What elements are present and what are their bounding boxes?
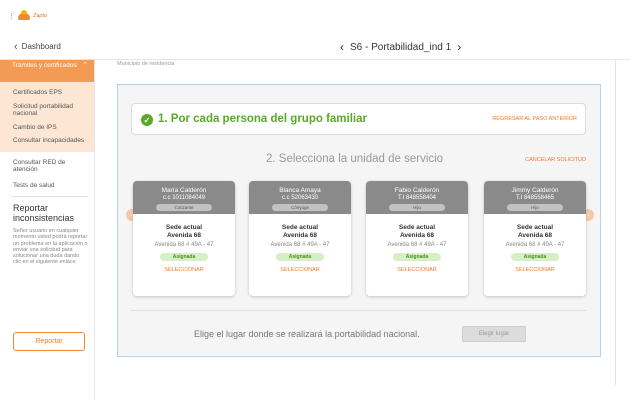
sidebar-divider (12, 196, 88, 197)
select-link[interactable]: SELECCIONAR (366, 267, 468, 273)
sidebar-item-tests-salud[interactable]: Tests de salud (0, 179, 94, 193)
member-card-header: Fabio Calderón T.I 848558404 Hijo (366, 181, 468, 214)
member-card-body: Sede actual Avenida 68 Avenida 68 # 49A … (133, 214, 235, 273)
portability-panel: ✓ 1. Por cada persona del grupo familiar… (117, 84, 601, 357)
residence-label: Municipio de residencia (117, 61, 175, 67)
previous-screen-chevron-icon[interactable]: ‹ (340, 40, 344, 54)
member-id: c.c 1011084049 (162, 195, 206, 201)
select-link[interactable]: SELECCIONAR (249, 267, 351, 273)
top-bar: ⋮ Zapto ‹ Dashboard ‹ S6 - Portabilidad_… (0, 0, 630, 60)
member-name: Fabio Calderón (394, 187, 440, 194)
sidebar-item-certificados-eps[interactable]: Certificados EPS (0, 86, 94, 100)
chevron-left-icon: ‹ (14, 40, 18, 53)
cancel-request-link[interactable]: CANCELAR SOLICITUD (525, 157, 586, 163)
member-card: Blanca Amaya c.c 52063430 Cónyuge Sede a… (249, 181, 351, 296)
app-logo[interactable]: ⋮ Zapto (8, 9, 48, 20)
member-role-badge: Cotizante (156, 204, 212, 211)
sede-label: Sede actual (281, 224, 319, 231)
member-card-body: Sede actual Avenida 68 Avenida 68 # 49A … (366, 214, 468, 273)
sede-name: Avenida 68 (517, 231, 553, 239)
sede-name: Avenida 68 (399, 231, 435, 239)
status-badge: Asignada (393, 253, 441, 261)
sidebar-section-label: Trámites y certificados (12, 62, 77, 69)
member-card: Fabio Calderón T.I 848558404 Hijo Sede a… (366, 181, 468, 296)
sede-address: Avenida 68 # 49A - 47 (505, 242, 565, 248)
sidebar-item-cambio-ips[interactable]: Cambio de IPS (0, 121, 94, 135)
member-id: T.I 848558404 (397, 195, 437, 201)
choose-place-text: Elige el lugar donde se realizará la por… (194, 329, 420, 339)
status-badge: Asignada (276, 253, 324, 261)
step1-title: 1. Por cada persona del grupo familiar (158, 113, 367, 125)
sede-name: Avenida 68 (166, 231, 202, 239)
member-card: María Calderón c.c 1011084049 Cotizante … (133, 181, 235, 296)
member-name: María Calderón (161, 187, 207, 194)
back-to-dashboard-link[interactable]: ‹ Dashboard (14, 40, 61, 53)
member-id: T.I 848558465 (515, 195, 555, 201)
check-circle-icon: ✓ (141, 114, 153, 126)
sede-label: Sede actual (165, 224, 203, 231)
sede-name: Avenida 68 (282, 231, 318, 239)
member-role-badge: Hijo (389, 204, 445, 211)
member-card-body: Sede actual Avenida 68 Avenida 68 # 49A … (484, 214, 586, 273)
select-link[interactable]: SELECCIONAR (484, 267, 586, 273)
select-link[interactable]: SELECCIONAR (133, 267, 235, 273)
logo-text: Zapto (33, 13, 48, 19)
sidebar-submenu: Certificados EPS Solicitud portabilidad … (0, 82, 94, 152)
chevron-up-icon: ⌃ (82, 62, 88, 69)
sede-address: Avenida 68 # 49A - 47 (387, 242, 447, 248)
panel-divider (131, 310, 586, 311)
choose-place-button[interactable]: Elegir lugar (462, 326, 526, 342)
sidebar-item-consultar-incapacidades[interactable]: Consultar incapacidades (0, 134, 94, 148)
status-badge: Asignada (511, 253, 559, 261)
member-name: Blanca Amaya (279, 187, 321, 194)
step1-box: ✓ 1. Por cada persona del grupo familiar… (131, 103, 586, 135)
screen-title: S6 - Portabilidad_ind 1 (350, 41, 452, 53)
member-card: Jimmy Calderón T.I 848558465 Hijo Sede a… (484, 181, 586, 296)
member-card-header: María Calderón c.c 1011084049 Cotizante (133, 181, 235, 214)
member-id: c.c 52063430 (281, 195, 319, 201)
back-label: Dashboard (21, 42, 61, 51)
member-card-body: Sede actual Avenida 68 Avenida 68 # 49A … (249, 214, 351, 273)
logo-mark-icon (18, 9, 30, 20)
scrollbar-track[interactable] (615, 60, 616, 385)
status-badge: Asignada (160, 253, 208, 261)
member-card-header: Blanca Amaya c.c 52063430 Cónyuge (249, 181, 351, 214)
next-screen-chevron-icon[interactable]: › (457, 40, 461, 54)
sede-address: Avenida 68 # 49A - 47 (270, 242, 330, 248)
back-step-link[interactable]: REGRESAR AL PASO ANTERIOR (492, 116, 577, 122)
member-role-badge: Hijo (507, 204, 563, 211)
member-role-badge: Cónyuge (272, 204, 328, 211)
sidebar-section-tramites[interactable]: Trámites y certificados ⌃ (0, 60, 94, 82)
step2-title: 2. Selecciona la unidad de servicio (266, 153, 444, 165)
screen-title-bar: ‹ S6 - Portabilidad_ind 1 › (340, 40, 461, 54)
member-name: Jimmy Calderón (511, 187, 559, 194)
sede-address: Avenida 68 # 49A - 47 (154, 242, 214, 248)
report-button[interactable]: Reportar (13, 332, 85, 351)
sidebar: Trámites y certificados ⌃ Certificados E… (0, 60, 95, 400)
report-title: Reportar inconsistencias (13, 203, 75, 223)
sidebar-item-consultar-red[interactable]: Consultar RED de atención (0, 156, 94, 177)
sede-label: Sede actual (398, 224, 436, 231)
sidebar-item-solicitud-portabilidad[interactable]: Solicitud portabilidad nacional (0, 100, 94, 121)
report-description: Señor usuario en cualquier momento usted… (13, 228, 88, 266)
member-card-header: Jimmy Calderón T.I 848558465 Hijo (484, 181, 586, 214)
menu-dots-icon[interactable]: ⋮ (8, 12, 15, 20)
sede-label: Sede actual (516, 224, 554, 231)
